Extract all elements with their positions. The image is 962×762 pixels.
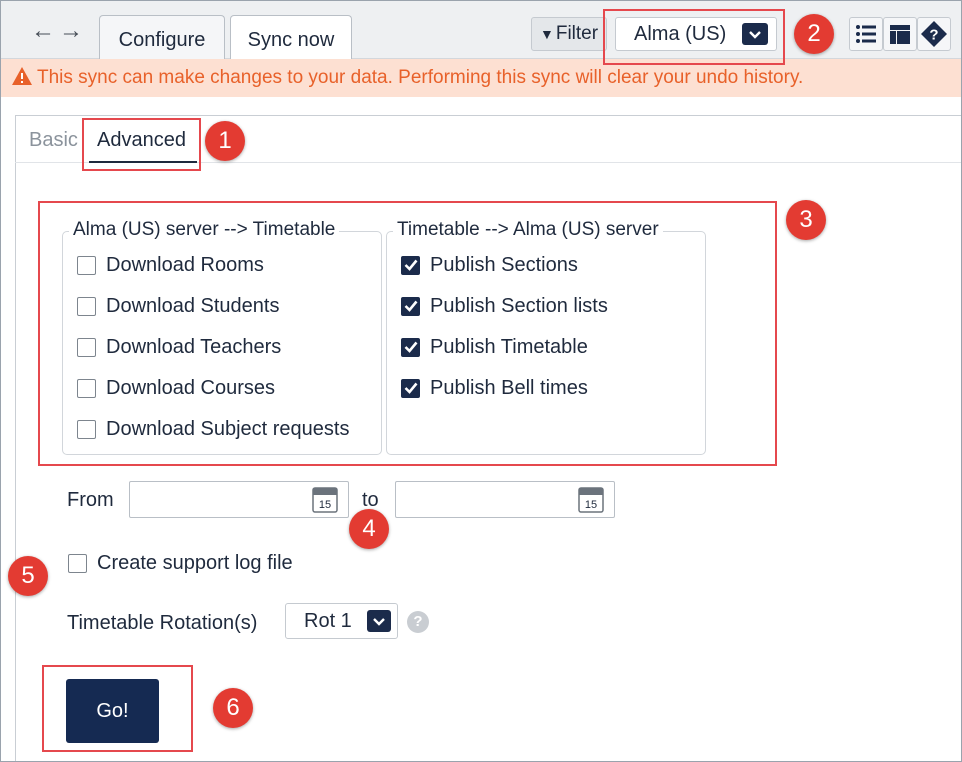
rotation-label: Timetable Rotation(s)	[67, 612, 258, 634]
annotation-badge-3: 3	[786, 200, 826, 240]
svg-text:?: ?	[929, 27, 938, 44]
highlight-advanced-tab	[82, 118, 201, 171]
chevron-down-icon	[367, 610, 391, 632]
filter-icon: ▼	[540, 26, 554, 42]
layout-icon[interactable]	[883, 17, 917, 51]
checkbox-label: Create support log file	[97, 551, 293, 574]
highlight-go-button	[42, 665, 193, 752]
subtab-basic[interactable]: Basic	[29, 129, 78, 152]
warning-text: This sync can make changes to your data.…	[37, 67, 804, 88]
filter-button[interactable]: ▼ Filter	[531, 17, 607, 51]
annotation-badge-1: 1	[205, 121, 245, 161]
from-label: From	[67, 489, 114, 511]
highlight-sync-options	[38, 201, 777, 466]
tab-configure[interactable]: Configure	[99, 15, 225, 59]
svg-text:15: 15	[319, 499, 331, 511]
warning-icon	[12, 66, 32, 85]
app-window: ← → Configure Sync now ▼ Filter Alma (US)…	[0, 0, 962, 762]
rotation-select-value: Rot 1	[304, 610, 352, 632]
calendar-icon[interactable]: 15	[312, 486, 338, 513]
list-icon[interactable]	[849, 17, 883, 51]
calendar-icon[interactable]: 15	[578, 486, 604, 513]
warning-banner: This sync can make changes to your data.…	[1, 59, 961, 97]
tab-sync-now[interactable]: Sync now	[230, 15, 352, 60]
question-icon[interactable]: ?	[407, 611, 429, 633]
support-log-checkbox[interactable]: Create support log file	[68, 550, 293, 576]
from-date-input[interactable]: 15	[129, 481, 349, 518]
highlight-server-select	[603, 9, 785, 65]
annotation-badge-2: 2	[794, 14, 834, 54]
rotation-select[interactable]: Rot 1	[285, 603, 398, 639]
arrow-right-icon[interactable]: →	[59, 19, 83, 43]
arrow-left-icon[interactable]: ←	[31, 19, 55, 43]
annotation-badge-4: 4	[349, 509, 389, 549]
help-icon[interactable]: ?	[917, 17, 951, 51]
filter-label: Filter	[555, 23, 599, 44]
checkbox-box[interactable]	[68, 553, 87, 573]
svg-text:15: 15	[585, 499, 597, 511]
to-date-input[interactable]: 15	[395, 481, 615, 518]
annotation-badge-6: 6	[213, 688, 253, 728]
annotation-badge-5: 5	[8, 556, 48, 596]
